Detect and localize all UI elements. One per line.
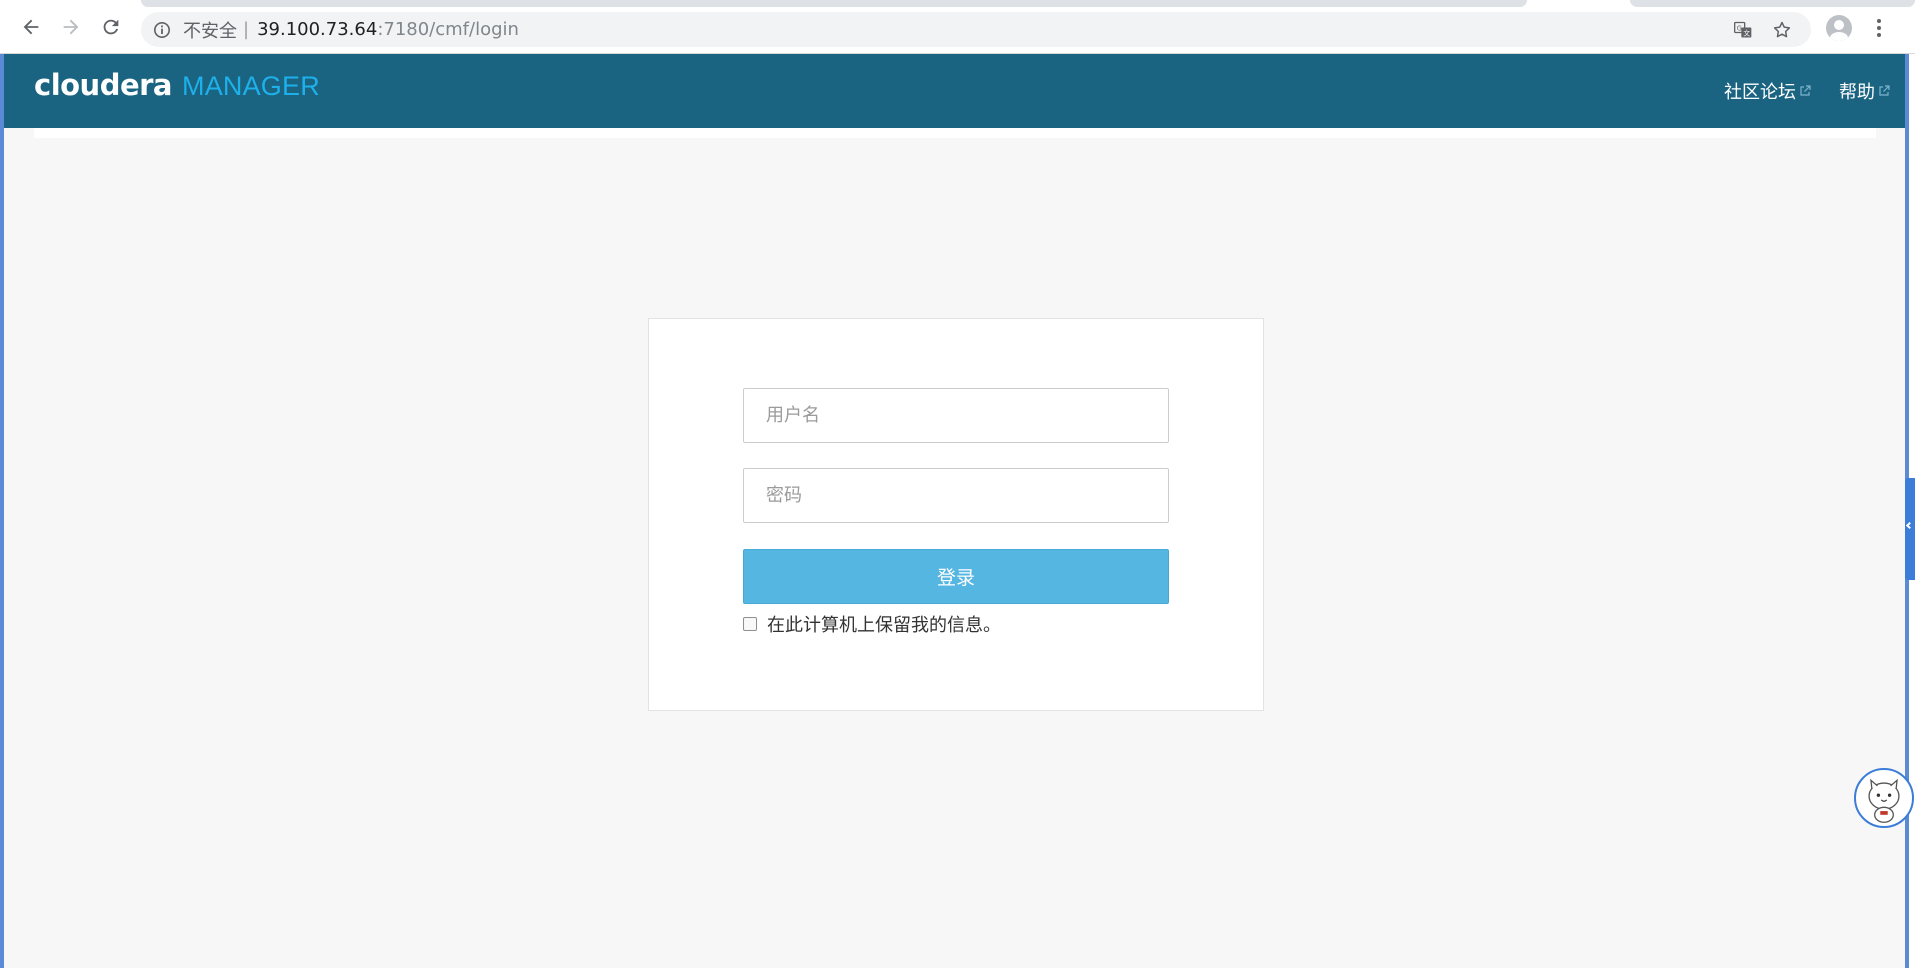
svg-text:文: 文 — [1743, 28, 1750, 37]
external-link-icon — [1799, 85, 1811, 97]
remember-me-checkbox[interactable] — [743, 617, 757, 631]
cloudera-manager-logo[interactable]: cloudera MANAGER — [34, 68, 320, 102]
assistant-avatar-button[interactable] — [1854, 768, 1914, 828]
translate-icon[interactable]: G文 — [1731, 18, 1755, 42]
reload-button[interactable] — [97, 13, 125, 41]
community-forum-label: 社区论坛 — [1724, 82, 1796, 103]
login-card: 登录 在此计算机上保留我的信息。 — [648, 318, 1264, 711]
svg-text:G: G — [1737, 24, 1742, 32]
forward-arrow-icon — [63, 19, 79, 35]
profile-avatar-button[interactable] — [1826, 15, 1852, 41]
side-panel-toggle[interactable] — [1905, 478, 1915, 580]
reload-icon — [103, 19, 119, 35]
logo-sub-text: MANAGER — [182, 71, 320, 101]
bookmark-star-icon[interactable] — [1770, 18, 1794, 42]
back-button[interactable] — [17, 13, 45, 41]
remember-me-label: 在此计算机上保留我的信息。 — [767, 615, 1001, 636]
username-input[interactable] — [743, 388, 1169, 443]
back-arrow-icon — [23, 19, 39, 35]
header-divider — [34, 128, 1876, 138]
password-input[interactable] — [743, 468, 1169, 523]
forward-button[interactable] — [57, 13, 85, 41]
help-link[interactable]: 帮助 — [1839, 78, 1890, 104]
left-frame-border — [0, 54, 4, 968]
help-label: 帮助 — [1839, 82, 1875, 103]
tab-strip-edge — [0, 0, 1915, 12]
profile-icon — [1830, 20, 1848, 41]
address-bar[interactable]: 不安全 | 39.100.73.64 :7180/cmf/login G文 — [141, 12, 1811, 47]
security-label: 不安全 — [183, 20, 237, 42]
more-vert-icon — [1877, 19, 1881, 37]
login-button[interactable]: 登录 — [743, 549, 1169, 604]
url-separator: | — [243, 19, 250, 40]
browser-menu-button[interactable] — [1866, 15, 1892, 41]
url-path: :7180/cmf/login — [377, 19, 519, 40]
url-host: 39.100.73.64 — [257, 19, 378, 40]
chevron-left-icon — [1905, 521, 1914, 530]
external-link-icon — [1878, 85, 1890, 97]
logo-main-text: cloudera — [34, 68, 173, 102]
info-icon[interactable] — [153, 21, 171, 39]
community-forum-link[interactable]: 社区论坛 — [1724, 78, 1811, 104]
cartoon-cat-icon — [1868, 778, 1900, 823]
remember-me[interactable]: 在此计算机上保留我的信息。 — [743, 611, 1001, 637]
app-header: cloudera MANAGER 社区论坛 帮助 — [4, 54, 1905, 128]
